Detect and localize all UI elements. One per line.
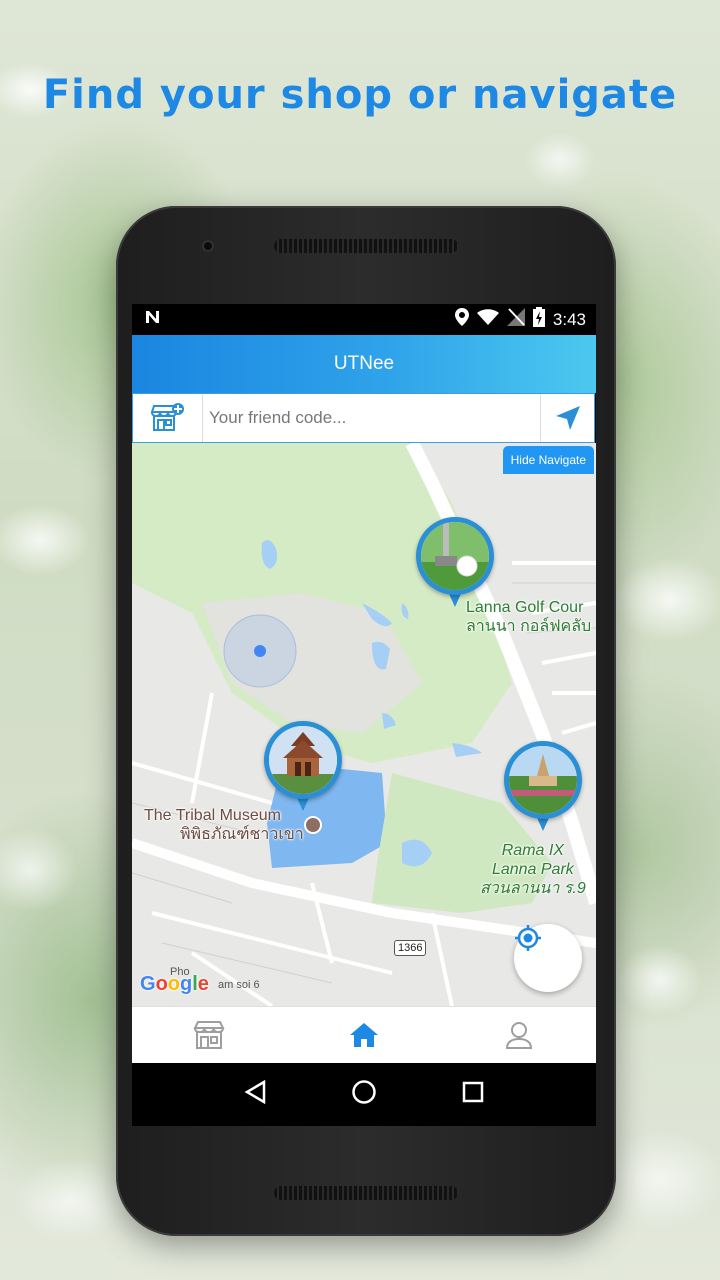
profile-icon bbox=[505, 1022, 532, 1049]
system-navigation-bar bbox=[132, 1063, 596, 1126]
recents-icon[interactable] bbox=[462, 1081, 484, 1108]
crosshair-icon bbox=[515, 925, 541, 951]
place-name-museum: The Tribal Museum bbox=[144, 807, 281, 824]
place-name-museum-thai: พิพิธภัณฑ์ชาวเขา bbox=[180, 826, 304, 843]
phone-speaker-bottom bbox=[274, 1186, 458, 1200]
place-name-park-2: Lanna Park bbox=[491, 861, 574, 878]
app-bar: UTNee bbox=[132, 335, 596, 393]
place-name-golf-thai: ลานนา กอล์ฟคลับ bbox=[466, 618, 592, 635]
shop-icon bbox=[193, 1021, 225, 1049]
phone-screen: 3:43 UTNee Your friend code... Lanna Gol… bbox=[132, 304, 596, 1126]
friend-code-input[interactable] bbox=[203, 394, 540, 442]
n-notification-icon bbox=[144, 309, 162, 330]
place-label-park[interactable]: Rama IX Lanna Park สวนลานนา ร.9 bbox=[480, 841, 586, 898]
home-circle-icon[interactable] bbox=[351, 1079, 377, 1110]
navigate-button[interactable] bbox=[540, 394, 594, 442]
map-pin-park[interactable] bbox=[504, 741, 582, 837]
map-view[interactable]: Lanna Golf Cour ลานนา กอล์ฟคลับ The Trib… bbox=[132, 443, 596, 1006]
add-shop-icon bbox=[150, 403, 184, 431]
home-icon bbox=[349, 1023, 378, 1047]
museum-marker-icon bbox=[304, 816, 322, 834]
my-location-button[interactable] bbox=[514, 924, 582, 992]
friend-code-bar bbox=[132, 393, 595, 443]
phone-speaker-top bbox=[274, 239, 458, 253]
museum-photo-icon bbox=[269, 726, 337, 794]
navigate-arrow-icon bbox=[555, 406, 580, 430]
location-icon bbox=[454, 308, 469, 331]
street-label-soi: am soi 6 bbox=[218, 979, 260, 991]
bottom-navigation bbox=[132, 1006, 596, 1063]
phone-frame: 3:43 UTNee Your friend code... Lanna Gol… bbox=[116, 206, 616, 1236]
route-shield: 1366 bbox=[394, 940, 427, 956]
battery-charging-icon bbox=[532, 307, 545, 332]
headline: Find your shop or navigate bbox=[42, 72, 678, 118]
nav-item-profile[interactable] bbox=[479, 1007, 559, 1064]
place-name-park-1: Rama IX bbox=[501, 842, 564, 859]
place-name-park-thai: สวนลานนา ร.9 bbox=[480, 880, 586, 897]
map-base bbox=[132, 443, 596, 1006]
no-signal-icon bbox=[506, 308, 525, 331]
nav-item-shop[interactable] bbox=[169, 1007, 249, 1064]
place-name-golf: Lanna Golf Cour bbox=[466, 599, 584, 616]
nav-item-home[interactable] bbox=[324, 1007, 404, 1064]
wifi-icon bbox=[476, 309, 499, 330]
place-label-golf[interactable]: Lanna Golf Cour ลานนา กอล์ฟคลับ bbox=[466, 598, 591, 636]
hide-navigate-button[interactable]: Hide Navigate bbox=[502, 446, 594, 474]
map-pin-museum[interactable] bbox=[264, 721, 342, 817]
park-photo-icon bbox=[509, 746, 577, 814]
app-title: UTNee bbox=[333, 353, 395, 374]
google-attribution[interactable]: Google bbox=[140, 973, 209, 996]
golf-photo-icon bbox=[421, 522, 489, 590]
front-camera bbox=[202, 240, 214, 252]
status-time: 3:43 bbox=[552, 309, 586, 329]
add-shop-button[interactable] bbox=[133, 394, 203, 442]
status-bar: 3:43 bbox=[132, 304, 596, 335]
back-icon[interactable] bbox=[244, 1079, 266, 1109]
place-label-museum[interactable]: The Tribal Museum พิพิธภัณฑ์ชาวเขา bbox=[144, 806, 304, 844]
